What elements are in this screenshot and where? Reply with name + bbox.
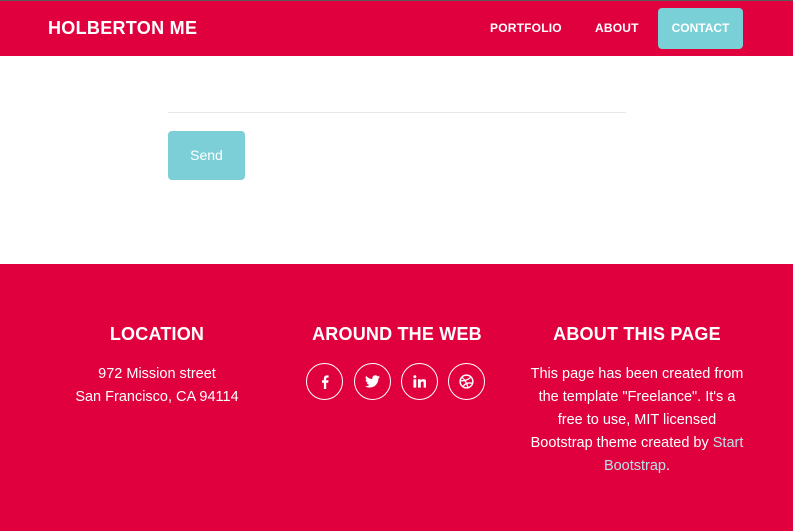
nav-about[interactable]: ABOUT [595, 21, 639, 35]
linkedin-button[interactable] [401, 363, 438, 400]
page: HOLBERTON ME PORTFOLIO ABOUT CONTACT Sen… [0, 0, 793, 531]
about-this-page-title: ABOUT THIS PAGE [553, 324, 721, 344]
around-the-web-title: AROUND THE WEB [312, 324, 482, 344]
linkedin-icon [413, 375, 426, 388]
dribbble-icon [459, 374, 474, 389]
dribbble-button[interactable] [448, 363, 485, 400]
facebook-button[interactable] [306, 363, 343, 400]
send-button[interactable]: Send [168, 131, 245, 180]
about-period: . [666, 458, 671, 474]
location-address: 972 Mission street San Francisco, CA 941… [56, 363, 258, 409]
about-this-page-text: This page has been created from the temp… [527, 363, 747, 478]
form-field-underline [168, 112, 626, 113]
footer: LOCATION 972 Mission street San Francisc… [0, 264, 793, 531]
about-description: This page has been created from the temp… [530, 366, 744, 451]
address-line-2: San Francisco, CA 94114 [75, 389, 239, 405]
brand-logo[interactable]: HOLBERTON ME [48, 18, 197, 39]
nav-portfolio[interactable]: PORTFOLIO [490, 21, 562, 35]
nav-contact[interactable]: CONTACT [658, 8, 743, 49]
navbar: HOLBERTON ME PORTFOLIO ABOUT CONTACT [0, 0, 793, 56]
location-title: LOCATION [109, 324, 205, 344]
address-line-1: 972 Mission street [98, 366, 216, 382]
facebook-icon [321, 374, 329, 389]
twitter-icon [365, 375, 380, 388]
twitter-button[interactable] [354, 363, 391, 400]
